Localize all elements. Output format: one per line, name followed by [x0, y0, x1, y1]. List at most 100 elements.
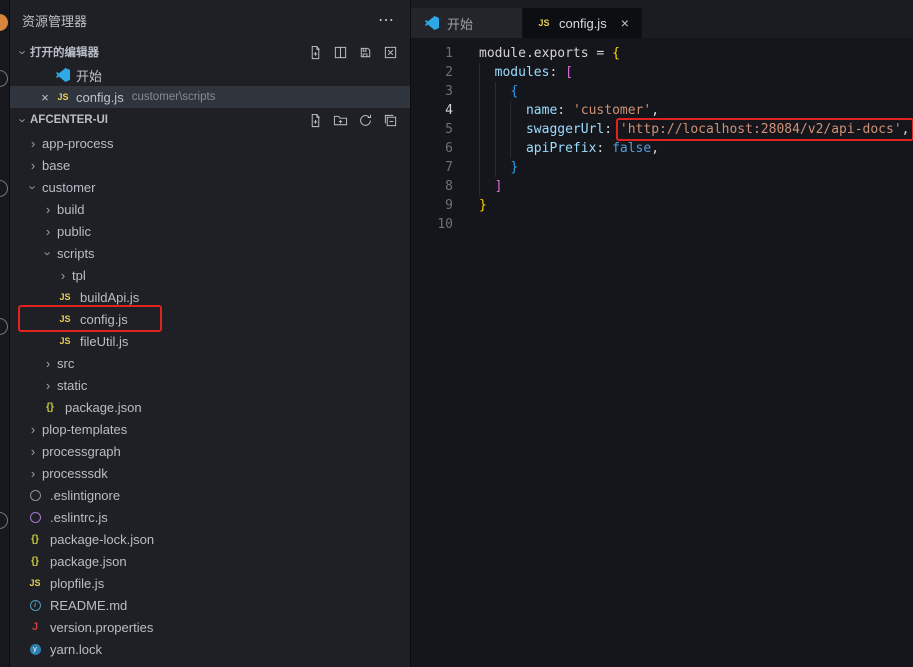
- chevron-right-icon[interactable]: ›: [41, 378, 55, 393]
- project-section-header[interactable]: › AFCENTER-UI: [10, 108, 410, 132]
- chevron-down-icon[interactable]: ›: [41, 246, 56, 260]
- tree-item-processgraph[interactable]: ›processgraph: [10, 440, 410, 462]
- line-text[interactable]: apiPrefix: false,: [479, 139, 659, 158]
- tree-item-config.js[interactable]: JSconfig.js: [10, 308, 410, 330]
- code-line[interactable]: 5 swaggerUrl: 'http://localhost:28084/v2…: [411, 120, 913, 139]
- new-file-icon[interactable]: [307, 112, 323, 128]
- logo-icon[interactable]: [0, 14, 8, 31]
- activity-icon[interactable]: [0, 318, 8, 335]
- chevron-right-icon[interactable]: ›: [26, 158, 40, 173]
- indent-guide: [495, 101, 496, 120]
- code-line[interactable]: 10: [411, 215, 913, 234]
- tree-item-customer[interactable]: ›customer: [10, 176, 410, 198]
- tree-item-package-lock.json[interactable]: {}package-lock.json: [10, 528, 410, 550]
- line-number: 1: [411, 44, 453, 63]
- code-line[interactable]: 4 name: 'customer',: [411, 101, 913, 120]
- more-actions-icon[interactable]: ⋯: [378, 10, 394, 30]
- explorer-sidebar: 资源管理器 ⋯ › 打开的编辑器 开始×JSconfig.jscustomer\…: [10, 0, 410, 667]
- code-line[interactable]: 6 apiPrefix: false,: [411, 139, 913, 158]
- tree-item-processsdk[interactable]: ›processsdk: [10, 462, 410, 484]
- code-line[interactable]: 3 {: [411, 82, 913, 101]
- editor-tab[interactable]: 开始: [411, 8, 523, 38]
- refresh-icon[interactable]: [357, 112, 373, 128]
- close-all-editors-icon[interactable]: [382, 44, 398, 60]
- tree-item-label: processgraph: [42, 444, 121, 459]
- activity-bar-partial: [0, 0, 10, 667]
- open-editors-label: 打开的编辑器: [30, 44, 99, 60]
- tab-label: 开始: [447, 14, 473, 33]
- tree-item-fileutil.js[interactable]: JSfileUtil.js: [10, 330, 410, 352]
- line-text[interactable]: module.exports = {: [479, 44, 620, 63]
- line-text[interactable]: swaggerUrl: 'http://localhost:28084/v2/a…: [479, 120, 910, 139]
- line-number: 2: [411, 63, 453, 82]
- line-text[interactable]: ]: [479, 177, 502, 196]
- tree-item-buildapi.js[interactable]: JSbuildApi.js: [10, 286, 410, 308]
- split-editor-icon[interactable]: [332, 44, 348, 60]
- tree-item-scripts[interactable]: ›scripts: [10, 242, 410, 264]
- line-text[interactable]: {: [479, 82, 518, 101]
- js-file-icon: JS: [59, 336, 70, 346]
- code-line[interactable]: 1 module.exports = {: [411, 44, 913, 63]
- tree-item-plopfile.js[interactable]: JS plopfile.js: [10, 572, 410, 594]
- line-text[interactable]: modules: [: [479, 63, 573, 82]
- code-line[interactable]: 8 ]: [411, 177, 913, 196]
- line-number: 6: [411, 139, 453, 158]
- new-untitled-file-icon[interactable]: [307, 44, 323, 60]
- js-file-icon: JS: [59, 292, 70, 302]
- chevron-right-icon[interactable]: ›: [26, 422, 40, 437]
- tree-item-tpl[interactable]: ›tpl: [10, 264, 410, 286]
- tree-item-static[interactable]: ›static: [10, 374, 410, 396]
- open-editor-item[interactable]: 开始: [10, 64, 410, 86]
- line-number: 10: [411, 215, 453, 234]
- tree-item-yarn.lock[interactable]: yyarn.lock: [10, 638, 410, 660]
- save-all-icon[interactable]: [357, 44, 373, 60]
- tree-item-plop-templates[interactable]: ›plop-templates: [10, 418, 410, 440]
- open-editor-item[interactable]: ×JSconfig.jscustomer\scripts: [10, 86, 410, 108]
- tree-item-base[interactable]: ›base: [10, 154, 410, 176]
- code-line[interactable]: 7 }: [411, 158, 913, 177]
- line-text[interactable]: name: 'customer',: [479, 101, 659, 120]
- line-text[interactable]: }: [479, 196, 487, 215]
- code-line[interactable]: 2 modules: [: [411, 63, 913, 82]
- editor-tab[interactable]: JSconfig.js×: [523, 8, 642, 38]
- chevron-right-icon[interactable]: ›: [26, 136, 40, 151]
- tree-item-.eslintrc.js[interactable]: .eslintrc.js: [10, 506, 410, 528]
- chevron-right-icon[interactable]: ›: [26, 466, 40, 481]
- tree-item-public[interactable]: ›public: [10, 220, 410, 242]
- open-editors-section-header[interactable]: › 打开的编辑器: [10, 40, 410, 64]
- tree-item-readme.md[interactable]: iREADME.md: [10, 594, 410, 616]
- chevron-down-icon[interactable]: ›: [16, 45, 31, 59]
- tree-item-app-process[interactable]: ›app-process: [10, 132, 410, 154]
- js-file-icon: JS: [29, 578, 40, 588]
- tree-item-version.properties[interactable]: Jversion.properties: [10, 616, 410, 638]
- activity-icon[interactable]: [0, 512, 8, 529]
- chevron-right-icon[interactable]: ›: [26, 444, 40, 459]
- tree-item-build[interactable]: ›build: [10, 198, 410, 220]
- tree-item-.eslintignore[interactable]: .eslintignore: [10, 484, 410, 506]
- activity-icon[interactable]: [0, 180, 8, 197]
- explorer-title: 资源管理器: [22, 11, 87, 30]
- code-editor[interactable]: 1module.exports = {2 modules: [3 {4 name…: [411, 38, 913, 667]
- properties-file-icon: J: [32, 621, 38, 633]
- editor-area: 开始JSconfig.js× 1module.exports = {2 modu…: [410, 0, 913, 667]
- chevron-right-icon[interactable]: ›: [56, 268, 70, 283]
- chevron-right-icon[interactable]: ›: [41, 224, 55, 239]
- tree-item-label: .eslintrc.js: [50, 510, 108, 525]
- close-tab-icon[interactable]: ×: [613, 15, 629, 31]
- collapse-all-icon[interactable]: [382, 112, 398, 128]
- line-number: 4: [411, 101, 453, 120]
- tree-item-package.json[interactable]: {}package.json: [10, 550, 410, 572]
- tree-item-src[interactable]: ›src: [10, 352, 410, 374]
- chevron-down-icon[interactable]: ›: [16, 113, 31, 127]
- line-text[interactable]: }: [479, 158, 518, 177]
- activity-icon[interactable]: [0, 70, 8, 87]
- tree-item-label: plopfile.js: [50, 576, 104, 591]
- new-folder-icon[interactable]: [332, 112, 348, 128]
- tree-item-label: src: [57, 356, 74, 371]
- chevron-right-icon[interactable]: ›: [41, 356, 55, 371]
- close-editor-icon[interactable]: ×: [36, 90, 54, 105]
- chevron-right-icon[interactable]: ›: [41, 202, 55, 217]
- tree-item-package.json[interactable]: {}package.json: [10, 396, 410, 418]
- code-line[interactable]: 9}: [411, 196, 913, 215]
- chevron-down-icon[interactable]: ›: [26, 180, 41, 194]
